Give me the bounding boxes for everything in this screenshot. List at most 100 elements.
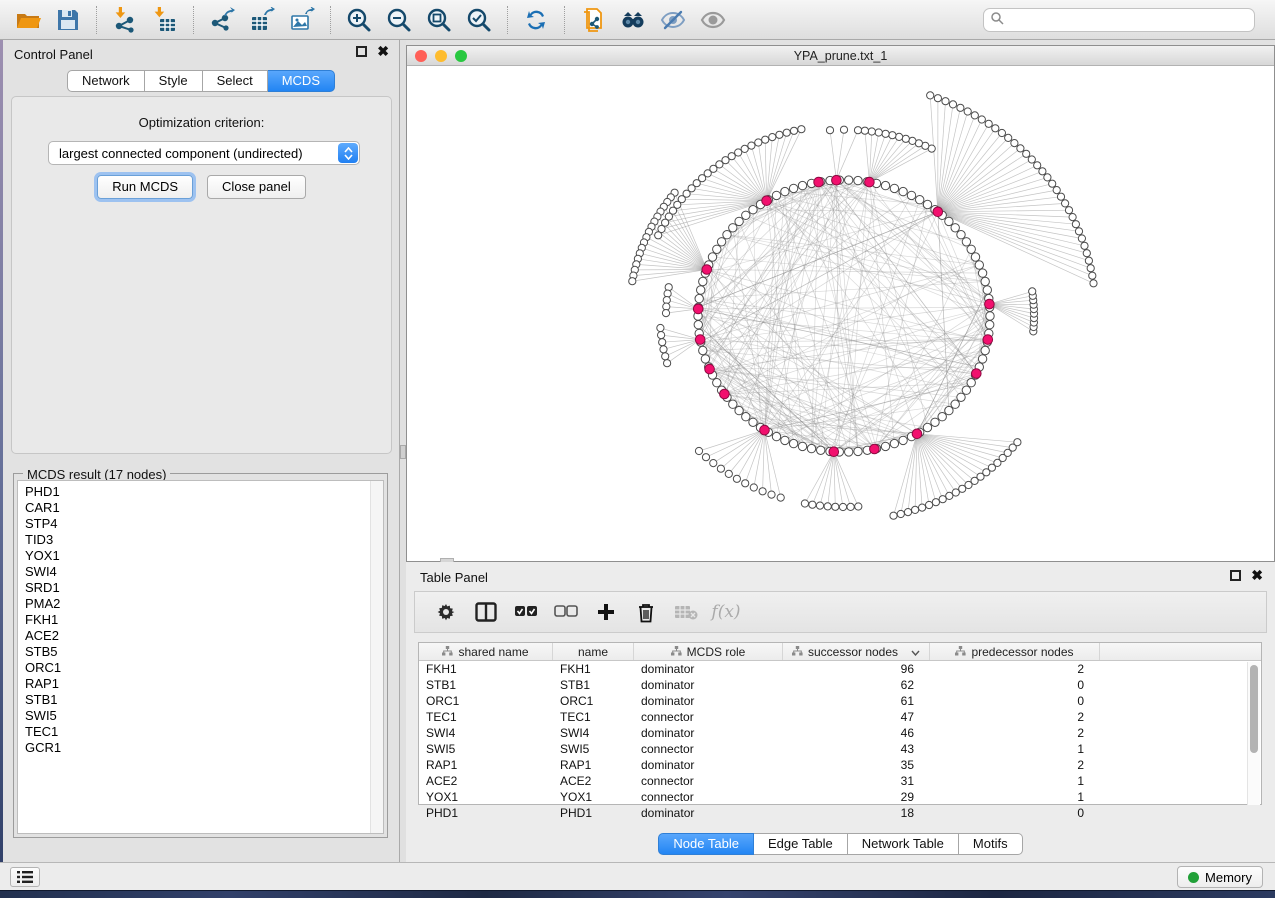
graph-leaf-node[interactable] (1014, 439, 1021, 446)
mcds-result-item[interactable]: GCR1 (18, 740, 383, 756)
table-row[interactable]: ACE2ACE2connector311 (419, 773, 1261, 789)
graph-leaf-node[interactable] (755, 139, 762, 146)
tab-edge-table[interactable]: Edge Table (754, 833, 848, 855)
graph-leaf-node[interactable] (826, 127, 833, 134)
graph-node[interactable] (694, 321, 702, 329)
graph-leaf-node[interactable] (861, 127, 868, 134)
mcds-result-item[interactable]: PMA2 (18, 596, 383, 612)
graph-node[interactable] (699, 346, 707, 354)
graph-leaf-node[interactable] (1072, 221, 1079, 228)
graph-node[interactable] (854, 176, 862, 184)
table-row[interactable]: SWI5SWI5connector431 (419, 741, 1261, 757)
graph-node[interactable] (923, 423, 931, 431)
mcds-result-list[interactable]: PHD1CAR1STP4TID3YOX1SWI4SRD1PMA2FKH1ACE2… (17, 480, 384, 834)
window-zoom-icon[interactable] (455, 50, 467, 62)
graph-node[interactable] (899, 436, 907, 444)
show-panels-button[interactable] (10, 867, 40, 887)
graph-leaf-node[interactable] (735, 149, 742, 156)
graph-leaf-node[interactable] (1023, 150, 1030, 157)
graph-leaf-node[interactable] (798, 126, 805, 133)
graph-node[interactable] (789, 439, 797, 447)
graph-leaf-node[interactable] (710, 460, 717, 467)
graph-node[interactable] (845, 448, 853, 456)
close-panel-icon[interactable]: ✖ (377, 46, 389, 57)
graph-leaf-node[interactable] (662, 353, 669, 360)
graph-mcds-hub-node[interactable] (865, 177, 875, 187)
graph-node[interactable] (981, 346, 989, 354)
table-row[interactable]: RAP1RAP1dominator352 (419, 757, 1261, 773)
zoom-selected-icon[interactable] (459, 4, 499, 36)
graph-node[interactable] (749, 418, 757, 426)
graph-mcds-hub-node[interactable] (693, 304, 703, 314)
table-scrollbar[interactable] (1247, 662, 1260, 805)
graph-leaf-node[interactable] (1087, 265, 1094, 272)
close-table-panel-icon[interactable]: ✖ (1251, 570, 1263, 581)
export-network-icon[interactable] (202, 4, 242, 36)
tab-node-table[interactable]: Node Table (658, 833, 754, 855)
graph-leaf-node[interactable] (897, 510, 904, 517)
graph-leaf-node[interactable] (733, 475, 740, 482)
graph-leaf-node[interactable] (658, 332, 665, 339)
window-minimize-icon[interactable] (435, 50, 447, 62)
graph-mcds-hub-node[interactable] (912, 429, 922, 439)
deselect-all-icon[interactable] (553, 599, 579, 625)
graph-leaf-node[interactable] (934, 95, 941, 102)
split-panel-icon[interactable] (473, 599, 499, 625)
graph-leaf-node[interactable] (750, 484, 757, 491)
search-box[interactable] (983, 8, 1255, 32)
graph-leaf-node[interactable] (741, 145, 748, 152)
table-row[interactable]: FKH1FKH1dominator962 (419, 661, 1261, 677)
float-table-panel-icon[interactable] (1230, 570, 1241, 581)
table-row[interactable]: YOX1YOX1connector291 (419, 789, 1261, 805)
graph-node[interactable] (701, 355, 709, 363)
tab-mcds[interactable]: MCDS (268, 70, 335, 92)
column-header-predecessor-nodes[interactable]: predecessor nodes (930, 643, 1100, 660)
graph-node[interactable] (717, 238, 725, 246)
graph-leaf-node[interactable] (854, 127, 861, 134)
table-row[interactable]: ORC1ORC1dominator610 (419, 693, 1261, 709)
table-row[interactable]: TEC1TEC1connector472 (419, 709, 1261, 725)
graph-node[interactable] (931, 418, 939, 426)
graph-node[interactable] (983, 286, 991, 294)
graph-leaf-node[interactable] (927, 92, 934, 99)
mcds-result-item[interactable]: TEC1 (18, 724, 383, 740)
graph-leaf-node[interactable] (790, 127, 797, 134)
graph-leaf-node[interactable] (1069, 214, 1076, 221)
graph-leaf-node[interactable] (664, 360, 671, 367)
memory-button[interactable]: Memory (1177, 866, 1263, 888)
graph-node[interactable] (695, 294, 703, 302)
graph-leaf-node[interactable] (1078, 235, 1085, 242)
export-table-icon[interactable] (242, 4, 282, 36)
graph-leaf-node[interactable] (855, 503, 862, 510)
graph-node[interactable] (938, 413, 946, 421)
graph-leaf-node[interactable] (824, 503, 831, 510)
graph-leaf-node[interactable] (1065, 207, 1072, 214)
graph-leaf-node[interactable] (847, 503, 854, 510)
graph-node[interactable] (735, 406, 743, 414)
search-input[interactable] (1004, 13, 1254, 27)
new-network-from-selection-icon[interactable] (573, 4, 613, 36)
delete-column-icon[interactable] (633, 599, 659, 625)
graph-leaf-node[interactable] (1057, 193, 1064, 200)
graph-node[interactable] (772, 432, 780, 440)
import-network-icon[interactable] (105, 4, 145, 36)
graph-node[interactable] (781, 436, 789, 444)
graph-node[interactable] (781, 187, 789, 195)
column-header-shared-name[interactable]: shared name (419, 643, 553, 660)
graph-node[interactable] (881, 181, 889, 189)
graph-leaf-node[interactable] (1034, 162, 1041, 169)
graph-mcds-hub-node[interactable] (762, 196, 772, 206)
graph-leaf-node[interactable] (957, 104, 964, 111)
select-all-icon[interactable] (513, 599, 539, 625)
graph-leaf-node[interactable] (919, 504, 926, 511)
zoom-out-icon[interactable] (379, 4, 419, 36)
graph-leaf-node[interactable] (912, 506, 919, 513)
graph-node[interactable] (697, 286, 705, 294)
graph-leaf-node[interactable] (657, 324, 664, 331)
zoom-fit-icon[interactable] (419, 4, 459, 36)
tab-select[interactable]: Select (203, 70, 268, 92)
graph-node[interactable] (978, 269, 986, 277)
graph-node[interactable] (713, 379, 721, 387)
graph-mcds-hub-node[interactable] (702, 265, 712, 275)
graph-leaf-node[interactable] (662, 310, 669, 317)
